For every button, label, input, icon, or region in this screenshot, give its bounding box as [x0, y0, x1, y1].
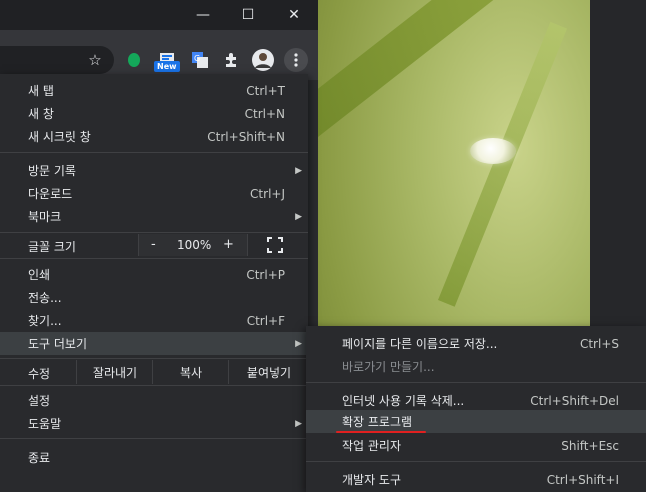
- chrome-menu: 새 탭 Ctrl+T 새 창 Ctrl+N 새 시크릿 창 Ctrl+Shift…: [0, 74, 308, 492]
- background-window: [590, 0, 646, 330]
- menu-item-shortcut: Ctrl+J: [250, 186, 285, 201]
- submenu-item-shortcut: Ctrl+Shift+Del: [530, 393, 619, 408]
- menu-item-label: 설정: [28, 394, 51, 408]
- paste-button[interactable]: 붙여넣기: [228, 360, 309, 384]
- menu-item-downloads[interactable]: 다운로드 Ctrl+J: [0, 182, 308, 205]
- svg-text:G: G: [194, 54, 200, 63]
- cut-label: 잘라내기: [92, 365, 138, 380]
- star-icon[interactable]: ☆: [83, 48, 107, 72]
- menu-item-label: 전송...: [28, 291, 62, 305]
- menu-item-new-incognito-window[interactable]: 새 시크릿 창 Ctrl+Shift+N: [0, 125, 308, 148]
- menu-item-shortcut: Ctrl+P: [246, 267, 285, 282]
- menu-item-shortcut: Ctrl+N: [244, 106, 285, 121]
- zoom-control: - 100% +: [138, 234, 248, 256]
- zoom-out-button[interactable]: -: [151, 237, 156, 252]
- menu-item-label: 종료: [28, 451, 51, 465]
- submenu-item-label: 바로가기 만들기...: [342, 360, 435, 374]
- chevron-right-icon: ▶: [295, 211, 302, 222]
- new-badge: New: [154, 61, 180, 72]
- submenu-item-label: 페이지를 다른 이름으로 저장...: [342, 337, 498, 351]
- submenu-item-create-shortcut[interactable]: 바로가기 만들기...: [306, 355, 646, 378]
- fullscreen-icon[interactable]: [266, 236, 284, 254]
- maximize-icon: ☐: [241, 7, 255, 23]
- menu-item-label: 방문 기록: [28, 164, 76, 178]
- copy-button[interactable]: 복사: [152, 360, 229, 384]
- submenu-item-shortcut: Ctrl+Shift+I: [546, 472, 619, 487]
- close-button[interactable]: ✕: [271, 0, 317, 30]
- title-bar: — ☐ ✕: [0, 0, 318, 30]
- menu-item-shortcut: Ctrl+T: [246, 83, 285, 98]
- translate-icon[interactable]: G: [188, 48, 212, 72]
- submenu-item-save-page[interactable]: 페이지를 다른 이름으로 저장... Ctrl+S: [306, 332, 646, 355]
- submenu-item-developer-tools[interactable]: 개발자 도구 Ctrl+Shift+I: [306, 468, 646, 491]
- menu-item-new-tab[interactable]: 새 탭 Ctrl+T: [0, 79, 308, 102]
- avatar[interactable]: [251, 48, 275, 72]
- menu-item-new-window[interactable]: 새 창 Ctrl+N: [0, 102, 308, 125]
- menu-divider: [0, 152, 308, 153]
- chevron-right-icon: ▶: [295, 418, 302, 429]
- water-drop: [470, 138, 516, 164]
- more-tools-submenu: 페이지를 다른 이름으로 저장... Ctrl+S 바로가기 만들기... 인터…: [306, 326, 646, 492]
- zoom-label: 글꼴 크기: [28, 240, 76, 254]
- menu-divider: [0, 438, 308, 439]
- evernote-icon[interactable]: [122, 48, 146, 72]
- menu-divider: [0, 385, 308, 386]
- submenu-item-extensions[interactable]: 확장 프로그램: [306, 410, 646, 433]
- menu-divider: [306, 382, 646, 383]
- menu-divider: [0, 258, 308, 259]
- submenu-item-clear-browsing-data[interactable]: 인터넷 사용 기록 삭제... Ctrl+Shift+Del: [306, 389, 646, 412]
- menu-divider: [0, 232, 308, 233]
- menu-divider: [306, 461, 646, 462]
- menu-item-history[interactable]: 방문 기록 ▶: [0, 159, 308, 182]
- minimize-button[interactable]: —: [180, 0, 226, 30]
- edit-row: 수정 잘라내기 복사 붙여넣기: [0, 360, 308, 384]
- menu-item-more-tools[interactable]: 도구 더보기 ▶: [0, 332, 308, 355]
- submenu-item-task-manager[interactable]: 작업 관리자 Shift+Esc: [306, 434, 646, 457]
- menu-item-print[interactable]: 인쇄 Ctrl+P: [0, 263, 308, 286]
- zoom-row: 글꼴 크기 - 100% +: [0, 234, 308, 256]
- menu-item-label: 다운로드: [28, 187, 73, 201]
- chevron-right-icon: ▶: [295, 165, 302, 176]
- menu-item-label: 새 창: [28, 107, 54, 121]
- paste-label: 붙여넣기: [246, 365, 292, 380]
- tab-strip: [0, 30, 318, 40]
- grass-blade: [438, 21, 568, 307]
- menu-item-label: 새 시크릿 창: [28, 130, 91, 144]
- minimize-icon: —: [196, 7, 210, 23]
- menu-item-label: 도움말: [28, 417, 62, 431]
- zoom-level: 100%: [177, 238, 212, 252]
- cut-button[interactable]: 잘라내기: [76, 360, 153, 384]
- menu-item-label: 새 탭: [28, 84, 54, 98]
- submenu-item-label: 인터넷 사용 기록 삭제...: [342, 394, 465, 408]
- submenu-item-label: 확장 프로그램: [342, 415, 413, 429]
- menu-item-exit[interactable]: 종료: [0, 446, 308, 469]
- edit-label: 수정: [28, 367, 51, 381]
- puzzle-icon[interactable]: [219, 48, 243, 72]
- menu-item-label: 북마크: [28, 210, 62, 224]
- copy-label: 복사: [179, 365, 203, 380]
- highlight-underline: [336, 431, 426, 433]
- close-icon: ✕: [288, 7, 300, 23]
- menu-item-shortcut: Ctrl+F: [246, 313, 285, 328]
- submenu-item-shortcut: Shift+Esc: [561, 438, 619, 453]
- submenu-item-label: 개발자 도구: [342, 473, 402, 487]
- menu-item-cast[interactable]: 전송...: [0, 286, 308, 309]
- submenu-item-label: 작업 관리자: [342, 439, 402, 453]
- menu-item-bookmarks[interactable]: 북마크 ▶: [0, 205, 308, 228]
- kebab-menu-icon[interactable]: [284, 48, 308, 72]
- menu-item-label: 도구 더보기: [28, 337, 88, 351]
- chevron-right-icon: ▶: [295, 338, 302, 349]
- menu-item-label: 인쇄: [28, 268, 51, 282]
- menu-item-settings[interactable]: 설정: [0, 389, 308, 412]
- menu-item-help[interactable]: 도움말 ▶: [0, 412, 308, 435]
- menu-item-find[interactable]: 찾기... Ctrl+F: [0, 309, 308, 332]
- submenu-item-shortcut: Ctrl+S: [579, 336, 619, 351]
- menu-divider: [0, 358, 308, 359]
- zoom-in-button[interactable]: +: [223, 237, 234, 252]
- menu-item-shortcut: Ctrl+Shift+N: [207, 129, 285, 144]
- maximize-button[interactable]: ☐: [225, 0, 271, 30]
- menu-item-label: 찾기...: [28, 314, 62, 328]
